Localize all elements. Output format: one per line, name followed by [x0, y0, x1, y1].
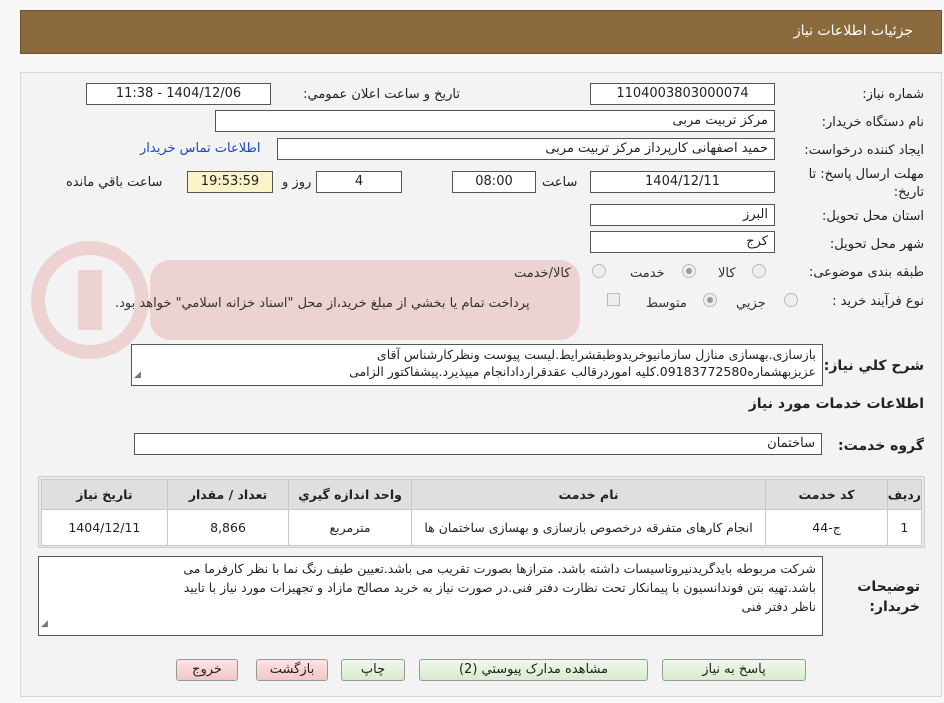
cell-quantity: 8,866 — [166, 509, 290, 546]
page-title: جزئیات اطلاعات نیاز — [793, 23, 913, 39]
services-section-title: اطلاعات خدمات مورد نياز — [748, 396, 924, 412]
back-button[interactable]: بازگشت — [256, 659, 328, 681]
cell-row: 1 — [886, 509, 923, 546]
description-line-1: بازسازی.بهسازی منازل سازمانیوخریدوطبقشرا… — [376, 347, 816, 362]
col-service-name: نام خدمت — [410, 479, 767, 510]
col-service-code: کد خدمت — [765, 479, 888, 510]
cell-service-code: ج-44 — [765, 509, 888, 546]
city-label: شهر محل تحویل: — [829, 237, 924, 252]
buyer-org-field: مرکز تربیت مربی — [215, 110, 775, 132]
col-unit: واحد اندازه گيري — [288, 479, 412, 510]
resize-grip-icon[interactable]: ◢ — [134, 367, 141, 384]
print-button[interactable]: چاپ — [341, 659, 405, 681]
col-need-date: تاريخ نياز — [41, 479, 168, 510]
creator-field: حمید اصفهانی کارپرداز مرکز تربیت مربی — [277, 138, 775, 160]
category-option-service: خدمت — [630, 266, 665, 281]
announce-field: 1404/12/06 - 11:38 — [86, 83, 271, 105]
exit-button[interactable]: خروج — [176, 659, 238, 681]
category-option-goods-service: کالا/خدمت — [514, 266, 571, 281]
process-label: نوع فرآیند خرید : — [832, 294, 924, 309]
deadline-label: مهلت ارسال پاسخ: تا تاریخ: — [808, 167, 924, 200]
cell-need-date: 1404/12/11 — [41, 509, 168, 546]
buyer-org-label: نام دستگاه خريدار: — [821, 115, 924, 130]
announce-label: تاریخ و ساعت اعلان عمومي: — [303, 87, 460, 102]
description-textarea[interactable]: بازسازی.بهسازی منازل سازمانیوخریدوطبقشرا… — [131, 344, 823, 386]
service-group-label: گروه خدمت: — [838, 438, 924, 454]
payment-note: پرداخت تمام يا بخشي از مبلغ خريد،از محل … — [115, 296, 530, 311]
page-header: جزئیات اطلاعات نیاز — [20, 10, 942, 54]
deadline-date-field: 1404/12/11 — [590, 171, 775, 193]
process-option-medium: متوسط — [646, 296, 687, 311]
cell-service-name: انجام کارهای متفرقه درخصوص بازسازی و بهس… — [410, 509, 767, 546]
reply-button[interactable]: پاسخ به نياز — [662, 659, 806, 681]
buyer-notes-label: توضيحات خريدار: — [857, 579, 920, 615]
province-field: البرز — [590, 204, 775, 226]
buyer-notes-line-3: ناظر دفتر فنی — [741, 599, 816, 614]
province-label: استان محل تحویل: — [822, 209, 924, 224]
table-row: 1 ج-44 انجام کارهای متفرقه درخصوص بازساز… — [41, 509, 923, 546]
description-label: شرح کلي نياز: — [823, 358, 924, 374]
category-option-goods: کالا — [718, 266, 736, 281]
process-option-minor: جزيي — [736, 296, 766, 311]
category-label: طبقه بندی موضوعی: — [808, 265, 924, 280]
process-radio-medium[interactable] — [703, 293, 717, 307]
need-number-field: 1104003803000074 — [590, 83, 775, 105]
remaining-time-field: 19:53:59 — [187, 171, 273, 193]
deadline-time-field: 08:00 — [452, 171, 536, 193]
deadline-time-label: ساعت — [542, 175, 578, 190]
services-table: رديف کد خدمت نام خدمت واحد اندازه گيري ت… — [41, 479, 923, 546]
remaining-label: ساعت باقي مانده — [66, 175, 163, 190]
buyer-notes-textarea[interactable]: شرکت مربوطه بایدگریدنیروتاسیسات داشته با… — [38, 556, 823, 636]
description-line-2: عزیزبهشماره09183772580.کلیه اموردرقالب ع… — [349, 364, 816, 379]
col-row: رديف — [886, 479, 923, 510]
cell-unit: مترمربع — [288, 509, 412, 546]
creator-label: ايجاد کننده درخواست: — [804, 143, 924, 158]
treasury-checkbox[interactable] — [607, 293, 620, 306]
need-number-label: شماره نیاز: — [862, 87, 924, 102]
buyer-notes-line-2: باشد.تهیه بتن فوندانسیون با پیمانکار تحت… — [183, 580, 816, 595]
attachments-button[interactable]: مشاهده مدارک پيوستي (2) — [419, 659, 648, 681]
category-radio-goods[interactable] — [752, 264, 766, 278]
days-label: روز و — [282, 175, 312, 190]
buyer-contact-link[interactable]: اطلاعات تماس خريدار — [140, 141, 260, 156]
city-field: کرج — [590, 231, 775, 253]
category-radio-goods-service[interactable] — [592, 264, 606, 278]
col-quantity: تعداد / مقدار — [166, 479, 290, 510]
table-header-row: رديف کد خدمت نام خدمت واحد اندازه گيري ت… — [41, 479, 923, 510]
process-radio-minor[interactable] — [784, 293, 798, 307]
service-group-field: ساختمان — [134, 433, 822, 455]
days-field: 4 — [316, 171, 402, 193]
buyer-notes-line-1: شرکت مربوطه بایدگریدنیروتاسیسات داشته با… — [183, 561, 816, 576]
category-radio-service[interactable] — [682, 264, 696, 278]
resize-grip-icon[interactable]: ◢ — [41, 615, 48, 634]
